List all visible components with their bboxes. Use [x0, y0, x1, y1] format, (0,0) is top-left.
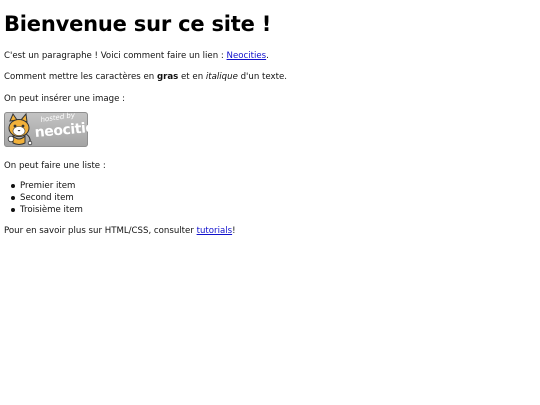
intro-text: C'est un paragraphe ! Voici comment fair… [4, 51, 227, 61]
list-item-label: Second item [20, 193, 74, 203]
bullet-icon [11, 184, 15, 188]
formatting-text-start: Comment mettre les caractères en [4, 72, 157, 82]
intro-punctuation: . [266, 51, 269, 61]
learn-more-paragraph: Pour en savoir plus sur HTML/CSS, consul… [4, 225, 236, 237]
neocities-link[interactable]: Neocities [227, 51, 267, 61]
italic-word: italique [205, 72, 238, 82]
page-title: Bienvenue sur ce site ! [4, 12, 272, 36]
item-list: Premier item Second item Troisième item [4, 180, 83, 216]
tutorials-link[interactable]: tutorials [197, 226, 233, 236]
learn-more-punctuation: ! [232, 226, 236, 236]
intro-paragraph: C'est un paragraphe ! Voici comment fair… [4, 50, 269, 62]
formatting-paragraph: Comment mettre les caractères en gras et… [4, 71, 287, 83]
list-item: Troisième item [4, 204, 83, 216]
learn-more-text: Pour en savoir plus sur HTML/CSS, consul… [4, 226, 197, 236]
list-item-label: Troisième item [20, 205, 83, 215]
list-item-label: Premier item [20, 181, 76, 191]
list-item: Second item [4, 192, 83, 204]
list-paragraph: On peut faire une liste : [4, 161, 106, 171]
image-paragraph: On peut insérer une image : [4, 94, 126, 104]
list-item: Premier item [4, 180, 83, 192]
bullet-icon [11, 208, 15, 212]
formatting-text-middle: et en [178, 72, 206, 82]
hosted-by-neocities-badge[interactable]: hosted by neocities [4, 112, 88, 147]
bold-word: gras [156, 72, 179, 82]
formatting-text-end: d'un texte. [237, 72, 288, 82]
bullet-icon [11, 196, 15, 200]
